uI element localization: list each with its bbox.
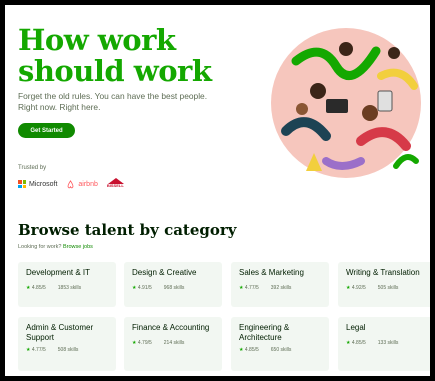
category-rating-value: 4.77/5 (244, 285, 259, 291)
category-meta: ★ 4.79/5 214 skills (132, 340, 214, 346)
category-rating-value: 4.79/5 (137, 340, 152, 346)
category-meta: ★ 4.77/5 508 skills (26, 347, 108, 353)
category-skills: 508 skills (57, 347, 79, 353)
category-rating-value: 4.92/5 (351, 285, 366, 291)
category-name: Engineering & Architecture (239, 323, 290, 342)
microsoft-logo-text: Microsoft (29, 180, 58, 188)
category-name: Legal (346, 323, 366, 332)
category-rating: ★ 4.79/5 (132, 340, 152, 346)
star-icon: ★ (239, 347, 244, 353)
category-rating: ★ 4.85/5 (239, 347, 259, 353)
category-rating: ★ 4.77/5 (239, 285, 259, 291)
page: How work should work Forget the old rule… (5, 5, 430, 376)
category-card[interactable]: Sales & Marketing ★ 4.77/5 392 skills (231, 262, 329, 307)
trusted-by-label: Trusted by (18, 165, 47, 171)
star-icon: ★ (132, 340, 137, 346)
category-name: Design & Creative (132, 268, 197, 277)
browse-subtitle: Looking for work? Browse jobs (18, 244, 93, 250)
category-rating-value: 4.85/5 (351, 340, 366, 346)
airbnb-logo: airbnb (66, 179, 98, 189)
category-card[interactable]: Writing & Translation ★ 4.92/5 505 skills (338, 262, 430, 307)
category-rating: ★ 4.91/5 (132, 285, 152, 291)
category-skills: 1853 skills (57, 285, 82, 291)
category-meta: ★ 4.77/5 392 skills (239, 285, 321, 291)
star-icon: ★ (26, 285, 31, 291)
microsoft-icon (18, 180, 26, 188)
category-skills: 505 skills (377, 285, 399, 291)
category-rating-value: 4.85/5 (31, 285, 46, 291)
category-name: Finance & Accounting (132, 323, 210, 332)
airbnb-logo-text: airbnb (78, 180, 98, 188)
category-name: Development & IT (26, 268, 91, 277)
category-skills: 968 skills (163, 285, 185, 291)
bissell-logo-text: BISSELL (106, 183, 124, 188)
category-card[interactable]: Engineering & Architecture ★ 4.85/5 650 sk… (231, 317, 329, 371)
category-rating: ★ 4.85/5 (346, 340, 366, 346)
category-card[interactable]: Legal ★ 4.85/5 133 skills (338, 317, 430, 371)
category-meta: ★ 4.85/5 1853 skills (26, 285, 108, 291)
category-name: Sales & Marketing (239, 268, 304, 277)
category-card[interactable]: Design & Creative ★ 4.91/5 968 skills (124, 262, 222, 307)
star-icon: ★ (26, 347, 31, 353)
browse-sub-prefix: Looking for work? (18, 244, 62, 250)
category-rating-value: 4.91/5 (137, 285, 152, 291)
star-icon: ★ (239, 285, 244, 291)
microsoft-logo: Microsoft (18, 180, 57, 188)
category-skills: 214 skills (163, 340, 185, 346)
trusted-logos: Microsoft airbnb BISSELL (18, 177, 125, 191)
category-rating-value: 4.77/5 (31, 347, 46, 353)
bissell-logo: BISSELL (107, 178, 125, 190)
hero-subtitle: Forget the old rules. You can have the b… (18, 91, 208, 112)
category-name: Admin & Customer Support (26, 323, 94, 342)
category-card[interactable]: Admin & Customer Support ★ 4.77/5 508 skil… (18, 317, 116, 371)
category-meta: ★ 4.85/5 650 skills (239, 347, 321, 353)
category-meta: ★ 4.92/5 505 skills (346, 285, 428, 291)
category-card[interactable]: Finance & Accounting ★ 4.79/5 214 skills (124, 317, 222, 371)
category-skills: 650 skills (270, 347, 292, 353)
airbnb-icon (67, 179, 74, 188)
category-card[interactable]: Development & IT ★ 4.85/5 1853 skills (18, 262, 116, 307)
category-skills: 392 skills (270, 285, 292, 291)
category-rating: ★ 4.92/5 (346, 285, 366, 291)
star-icon: ★ (132, 285, 137, 291)
category-rating: ★ 4.85/5 (26, 285, 46, 291)
browse-title: Browse talent by category (18, 221, 237, 239)
star-icon: ★ (346, 285, 351, 291)
star-icon: ★ (346, 340, 351, 346)
browse-jobs-link[interactable]: Browse jobs (63, 244, 93, 250)
category-name: Writing & Translation (346, 268, 420, 277)
category-rating-value: 4.85/5 (244, 347, 259, 353)
category-meta: ★ 4.85/5 133 skills (346, 340, 428, 346)
category-rating: ★ 4.77/5 (26, 347, 46, 353)
category-meta: ★ 4.91/5 968 skills (132, 285, 214, 291)
get-started-button[interactable]: Get Started (18, 123, 75, 138)
hero-illustration (271, 28, 421, 178)
category-skills: 133 skills (377, 340, 399, 346)
hero-title: How work should work (18, 23, 212, 88)
